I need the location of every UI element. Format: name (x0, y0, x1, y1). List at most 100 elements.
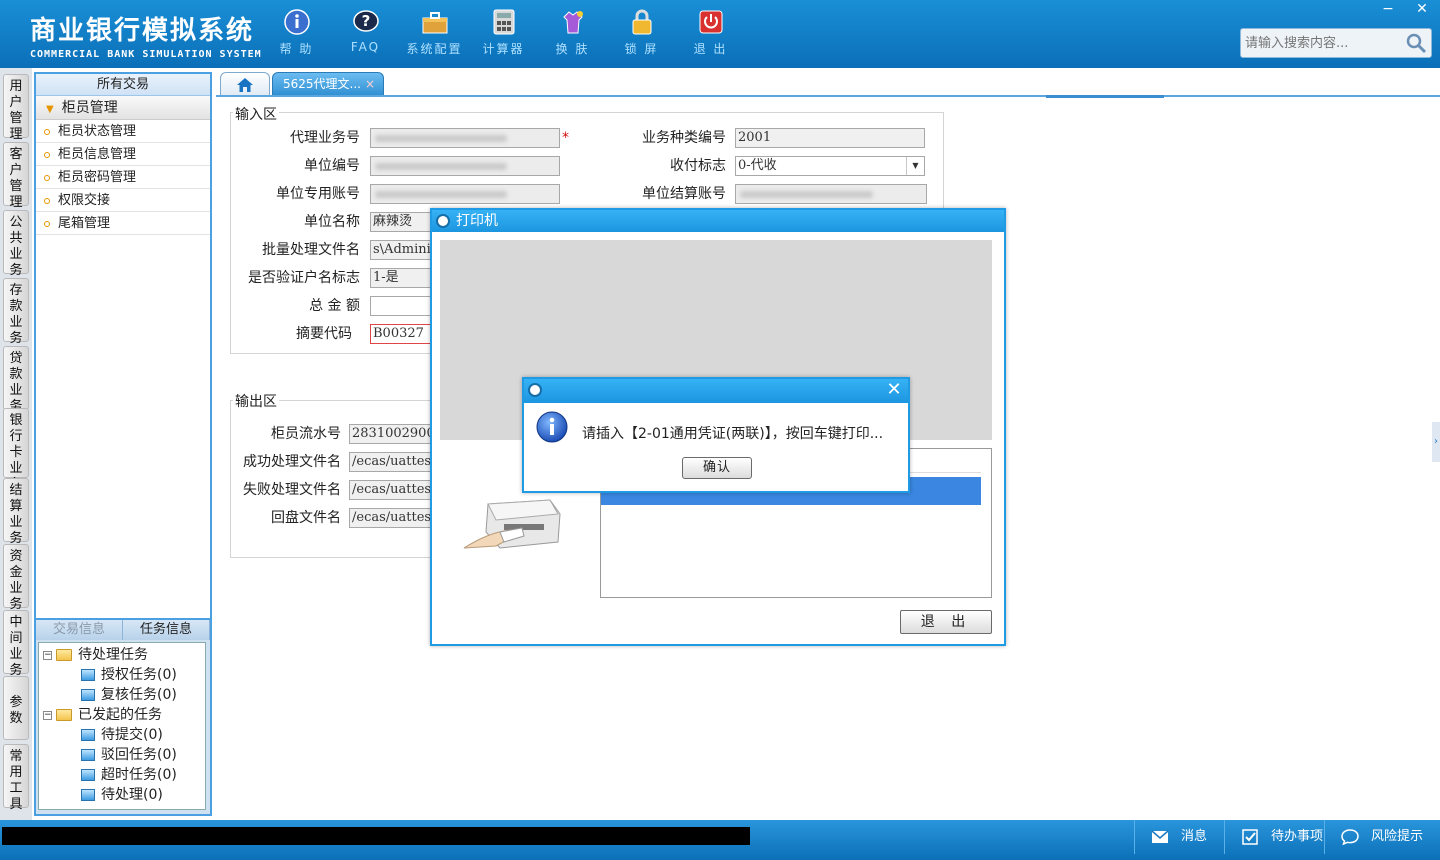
batch-file-field[interactable]: s\Adminis (370, 240, 432, 260)
teller-seq-field[interactable]: 283100290000 (349, 424, 433, 444)
tab-transaction-info[interactable]: 交易信息 (36, 620, 123, 640)
unit-account-field[interactable] (370, 184, 560, 204)
vnav-deposit-business[interactable]: 存款业务 (3, 278, 29, 346)
vnav-parameters[interactable]: 参数 (3, 676, 29, 740)
task-tabs: 交易信息 任务信息 (36, 620, 210, 640)
search-input[interactable] (1241, 29, 1401, 57)
prompt-dialog-titlebar[interactable]: ✕ (524, 379, 908, 403)
checkbox-icon (1242, 829, 1258, 845)
verify-flag-field[interactable]: 1-是 (370, 268, 432, 288)
teller-seq-label: 柜员流水号 (271, 426, 341, 442)
agent-no-field[interactable] (370, 128, 560, 148)
skin-label: 换 肤 (555, 42, 590, 56)
tree-label: 复核任务(0) (101, 687, 177, 703)
help-button[interactable]: 帮 助 (262, 8, 331, 57)
vnav-card-business[interactable]: 银行卡业务 (3, 408, 29, 492)
unit-account-label: 单位专用账号 (276, 186, 360, 202)
printer-dialog-title: 打印机 (456, 213, 498, 229)
summary-code-field[interactable]: B00327 (370, 324, 432, 344)
tree-label: 已发起的任务 (78, 707, 162, 723)
biz-type-no-field[interactable]: 2001 (735, 128, 925, 148)
vnav-label: 用户管理 (9, 79, 23, 142)
todo-button[interactable]: 待办事项 (1224, 820, 1324, 854)
menu-item-teller-password[interactable]: 柜员密码管理 (36, 166, 210, 189)
close-icon[interactable]: ✕ (884, 380, 904, 400)
printer-exit-button[interactable]: 退 出 (900, 610, 992, 634)
tab-home[interactable] (220, 72, 270, 96)
vnav-intermediary-business[interactable]: 中间业务 (3, 610, 29, 678)
tab-task-info[interactable]: 任务信息 (123, 620, 210, 640)
tree-node-timeout[interactable]: 超时任务(0) (39, 765, 205, 785)
faq-button[interactable]: ? FAQ (331, 8, 400, 57)
menu-item-label: 尾箱管理 (58, 216, 111, 231)
collapse-icon[interactable]: − (43, 650, 52, 660)
vnav-loan-business[interactable]: 贷款业务 (3, 346, 29, 414)
messages-button[interactable]: 消息 (1134, 820, 1224, 854)
vnav-label: 资金业务 (9, 549, 23, 612)
total-amount-label: 总 金 额 (309, 298, 360, 314)
lock-icon (628, 8, 656, 36)
risk-alert-button[interactable]: 风险提示 (1324, 820, 1440, 854)
skin-button[interactable]: 换 肤 (538, 8, 607, 57)
vnav-fund-business[interactable]: 资金业务 (3, 544, 29, 612)
vnav-common-tools[interactable]: 常用工具 (3, 744, 29, 812)
tree-node-auth[interactable]: 授权任务(0) (39, 665, 205, 685)
window-close-button[interactable]: ✕ (1406, 0, 1438, 18)
return-file-field[interactable]: /ecas/uattes (349, 508, 433, 528)
system-config-button[interactable]: 系统配置 (400, 8, 469, 57)
vnav-user-management[interactable]: 用户管理 (3, 74, 29, 142)
system-config-label: 系统配置 (406, 42, 463, 56)
unit-settle-field[interactable] (735, 184, 927, 204)
menu-group-teller-management[interactable]: ▼ 柜员管理 (36, 96, 210, 120)
tree-node-rejected[interactable]: 驳回任务(0) (39, 745, 205, 765)
unit-settle-label: 单位结算账号 (642, 186, 726, 202)
tree-node-to-submit[interactable]: 待提交(0) (39, 725, 205, 745)
lock-screen-button[interactable]: 锁 屏 (607, 8, 676, 57)
tree-label: 驳回任务(0) (101, 747, 177, 763)
toolbox-icon (421, 8, 449, 36)
vnav-settlement-business[interactable]: 结算业务 (3, 478, 29, 546)
minimize-button[interactable]: − (1372, 0, 1404, 18)
unit-no-field[interactable] (370, 156, 560, 176)
input-area-legend: 输入区 (233, 104, 279, 124)
status-message-area (2, 827, 750, 845)
menu-item-tail-box[interactable]: 尾箱管理 (36, 212, 210, 235)
fail-file-field[interactable]: /ecas/uattes (349, 480, 433, 500)
caret-down-icon: ▼ (46, 104, 54, 115)
lock-screen-label: 锁 屏 (624, 42, 659, 56)
exit-button[interactable]: 退 出 (676, 8, 745, 57)
expand-right-icon[interactable]: › (1432, 422, 1440, 462)
exit-label: 退 出 (693, 42, 728, 56)
unit-name-field[interactable]: 麻辣烫 (370, 212, 432, 232)
menu-item-teller-info[interactable]: 柜员信息管理 (36, 143, 210, 166)
collapse-icon[interactable]: − (43, 710, 52, 720)
printer-dialog-titlebar[interactable]: 打印机 (432, 210, 1004, 232)
vnav-label: 结算业务 (9, 483, 23, 546)
tree-node-initiated[interactable]: − 已发起的任务 (39, 705, 205, 725)
tab-close-icon[interactable]: × (365, 73, 375, 95)
chevron-down-icon[interactable]: ▼ (906, 157, 924, 175)
tree-node-pending[interactable]: − 待处理任务 (39, 645, 205, 665)
vnav-public-business[interactable]: 公共业务 (3, 210, 29, 278)
tree-node-to-process[interactable]: 待处理(0) (39, 785, 205, 805)
success-file-field[interactable]: /ecas/uattes (349, 452, 433, 472)
menu-item-teller-status[interactable]: 柜员状态管理 (36, 120, 210, 143)
confirm-button[interactable]: 确认 (682, 457, 752, 479)
menu-item-permission-handover[interactable]: 权限交接 (36, 189, 210, 212)
vnav-customer-management[interactable]: 客户管理 (3, 142, 29, 210)
vnav-label: 存款业务 (9, 283, 23, 346)
pay-flag-select[interactable]: 0-代收 ▼ (735, 156, 925, 176)
tab-5625-agent-file[interactable]: 5625代理文... × (272, 72, 384, 96)
calculator-button[interactable]: 计算器 (469, 8, 538, 57)
power-icon (697, 8, 725, 36)
brand: 商业银行模拟系统 COMMERCIAL BANK SIMULATION SYST… (30, 10, 262, 60)
menu-header: 所有交易 (36, 74, 210, 96)
unit-name-label: 单位名称 (304, 214, 360, 230)
search-icon[interactable] (1405, 32, 1427, 54)
bullet-icon (44, 151, 50, 158)
folder-blue-icon (81, 669, 95, 681)
return-file-label: 回盘文件名 (271, 510, 341, 526)
tree-node-review[interactable]: 复核任务(0) (39, 685, 205, 705)
prompt-message: 请插入【2-01通用凭证(两联)】，按回车键打印... (582, 426, 884, 442)
total-amount-field[interactable] (370, 296, 432, 316)
